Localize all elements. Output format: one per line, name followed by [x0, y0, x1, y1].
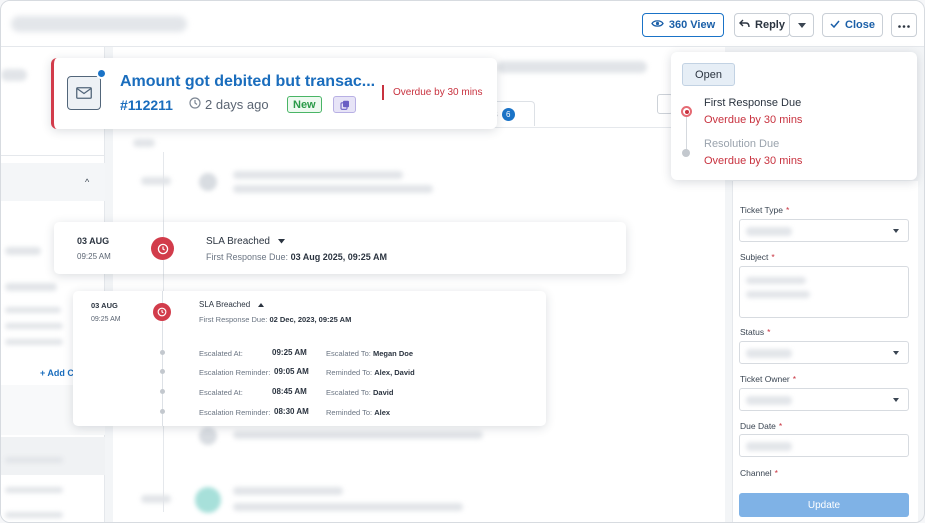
tab-count-badge: 6	[501, 107, 515, 121]
sla-status-popover: Open First Response Due Overdue by 30 mi…	[671, 52, 917, 180]
status-open-chip[interactable]: Open	[682, 63, 735, 86]
escalation-type: Escalation Reminder:	[199, 408, 271, 417]
due-date-label: Due Date *	[740, 421, 783, 431]
sla-active-dot-icon	[681, 106, 692, 117]
first-response-due: First Response Due: 02 Dec, 2023, 09:25 …	[199, 315, 352, 324]
due-date-input[interactable]	[739, 434, 909, 457]
event-date: 03 AUG	[91, 301, 118, 310]
channel-label: Channel *	[740, 468, 778, 478]
escalation-type: Escalation Reminder:	[199, 368, 271, 377]
eye-icon	[651, 19, 664, 31]
close-ticket-button[interactable]: Close	[822, 13, 883, 37]
360-view-label: 360 View	[668, 19, 716, 31]
reply-arrow-icon	[739, 19, 750, 31]
first-response-due: First Response Due: 03 Aug 2025, 09:25 A…	[206, 252, 387, 262]
sla-breach-title: SLA Breached	[206, 236, 270, 247]
more-dots-icon	[898, 19, 910, 31]
event-time: 09:25 AM	[91, 316, 121, 323]
sla-breach-event: 03 AUG 09:25 AM SLA Breached First Respo…	[54, 222, 626, 274]
escalation-time: 08:30 AM	[274, 407, 309, 416]
reply-options-button[interactable]	[789, 13, 814, 37]
copy-icon[interactable]	[333, 96, 356, 113]
escalation-type: Escalated At:	[199, 349, 243, 358]
escalation-target: Escalated To: David	[326, 388, 394, 397]
sla-breach-toggle[interactable]: SLA Breached	[199, 300, 265, 309]
sla-breach-title: SLA Breached	[199, 300, 251, 309]
ticket-id: #112211	[120, 97, 173, 113]
chevron-down-icon	[893, 229, 899, 233]
ticket-title[interactable]: Amount got debited but transac...	[120, 73, 375, 91]
first-response-label: First Response Due	[704, 97, 802, 109]
blurred-breadcrumb	[11, 16, 187, 32]
escalation-time: 08:45 AM	[272, 387, 307, 396]
sla-breach-event-expanded: 03 AUG 09:25 AM SLA Breached First Respo…	[73, 291, 546, 426]
first-response-value: Overdue by 30 mins	[704, 114, 803, 126]
resolution-label: Resolution Due	[704, 138, 780, 150]
chevron-down-icon	[797, 19, 806, 31]
subject-textarea[interactable]	[739, 266, 909, 318]
overdue-marker	[382, 85, 384, 100]
event-time: 09:25 AM	[77, 252, 111, 261]
event-date: 03 AUG	[77, 236, 110, 246]
escalation-target: Reminded To: Alex	[326, 408, 391, 417]
reply-button[interactable]: Reply	[734, 13, 790, 37]
sla-timeline-connector	[686, 116, 687, 152]
chevron-down-icon	[893, 398, 899, 402]
escalation-type: Escalated At:	[199, 388, 243, 397]
escalation-time: 09:05 AM	[274, 367, 309, 376]
clock-icon	[189, 97, 201, 112]
top-toolbar: 360 View Reply Close	[1, 1, 924, 47]
chevron-down-icon	[893, 351, 899, 355]
caret-up-icon	[258, 300, 265, 309]
escalation-target: Escalated To: Megan Doe	[326, 349, 413, 358]
ticket-type-label: Ticket Type *	[740, 205, 790, 215]
ticket-detail-screen: 360 View Reply Close ^ + Add C 6 Ticket …	[0, 0, 925, 523]
status-label: Status *	[740, 327, 771, 337]
ticket-type-select[interactable]	[739, 219, 909, 242]
alarm-clock-icon	[153, 303, 171, 321]
reply-label: Reply	[755, 19, 785, 31]
close-label: Close	[845, 19, 875, 31]
status-select[interactable]	[739, 341, 909, 364]
subject-label: Subject *	[740, 252, 775, 262]
add-contact-link[interactable]: + Add C	[40, 368, 74, 378]
resolution-value: Overdue by 30 mins	[704, 155, 803, 167]
overdue-text: Overdue by 30 mins	[393, 87, 483, 98]
caret-down-icon	[277, 236, 285, 247]
ticket-age-text: 2 days ago	[205, 97, 269, 112]
ticket-age: 2 days ago	[189, 97, 269, 112]
escalation-target: Reminded To: Alex, David	[326, 368, 415, 377]
ticket-owner-select[interactable]	[739, 388, 909, 411]
check-icon	[830, 19, 840, 31]
mail-icon	[67, 76, 101, 110]
escalation-time: 09:25 AM	[272, 348, 307, 357]
360-view-button[interactable]: 360 View	[642, 13, 724, 37]
status-badge: New	[287, 96, 322, 113]
more-options-button[interactable]	[891, 13, 917, 37]
sla-pending-dot-icon	[682, 149, 690, 157]
unread-indicator	[96, 68, 107, 79]
update-button[interactable]: Update	[739, 493, 909, 517]
alarm-clock-icon	[151, 237, 174, 260]
sla-breach-toggle[interactable]: SLA Breached	[206, 236, 285, 247]
ticket-owner-label: Ticket Owner *	[740, 374, 797, 384]
collapse-chevron-icon[interactable]: ^	[85, 177, 89, 187]
ticket-summary-card: Amount got debited but transac... #11221…	[51, 58, 497, 129]
